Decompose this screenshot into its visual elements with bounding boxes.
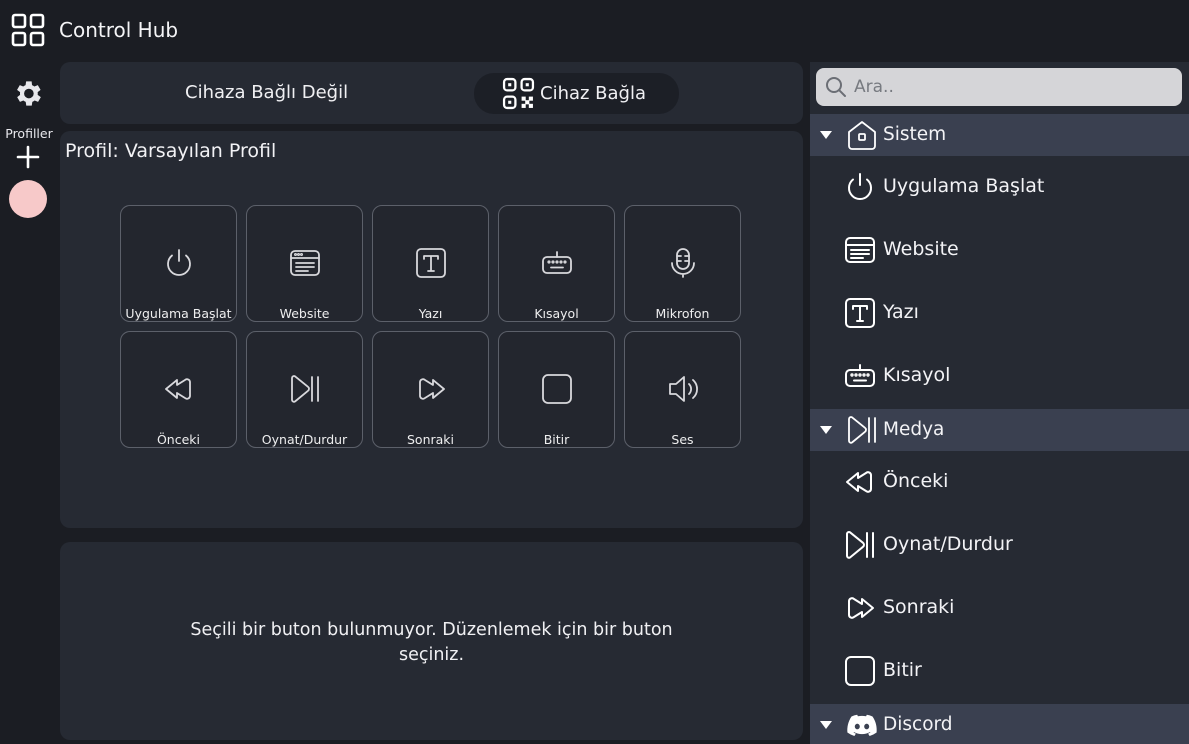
tile-oynat-durdur[interactable]: Oynat/Durdur [246, 331, 363, 448]
action-item-sonraki[interactable]: Sonraki [810, 579, 1189, 639]
button-editor-panel: Seçili bir buton bulunmuyor. Düzenlemek … [60, 542, 803, 740]
connect-device-button[interactable]: Cihaz Bağla [474, 73, 679, 114]
browser-icon [290, 250, 320, 276]
play-pause-icon [291, 375, 319, 403]
connection-bar: Cihaza Bağlı Değil Cihaz Bağla [60, 62, 803, 124]
category-medya[interactable]: Medya [810, 409, 1189, 451]
app-title: Control Hub [59, 18, 179, 42]
power-icon [848, 173, 872, 200]
action-item-label: Bitir [883, 659, 922, 681]
tile-label: Bitir [543, 432, 570, 447]
discord-icon [847, 714, 877, 736]
action-item-label: Önceki [883, 470, 949, 492]
tile-label: Website [279, 306, 330, 321]
stop-icon [845, 656, 875, 686]
button-grid-panel: Profil: Varsayılan Profil Uygulama Başla… [60, 131, 803, 528]
tile-label: Uygulama Başlat [125, 306, 232, 321]
action-item-label: Oynat/Durdur [883, 533, 1013, 555]
profile-title: Profil: Varsayılan Profil [65, 140, 277, 162]
connection-status: Cihaza Bağlı Değil [185, 82, 349, 103]
caret-down-icon [820, 721, 832, 729]
empty-selection-message: Seçili bir buton bulunmuyor. Düzenlemek … [190, 620, 673, 665]
action-item-bitir[interactable]: Bitir [810, 642, 1189, 702]
play-pause-icon [846, 531, 874, 559]
tile-onceki[interactable]: Önceki [120, 331, 237, 448]
qr-code-icon [502, 77, 535, 110]
tile-bitir[interactable]: Bitir [498, 331, 615, 448]
action-library-sidebar: Sistem Uygulama Başlat Website Yazı Kısa… [810, 62, 1189, 744]
add-profile-plus-icon[interactable] [15, 144, 41, 170]
category-sistem[interactable]: Sistem [810, 114, 1189, 156]
caret-down-icon [820, 426, 832, 434]
text-icon [845, 298, 875, 328]
browser-icon [845, 237, 875, 263]
category-label: Sistem [883, 124, 947, 145]
action-item-yazi[interactable]: Yazı [810, 284, 1189, 344]
settings-gear-icon[interactable] [11, 77, 44, 110]
tile-label: Kısayol [534, 306, 579, 321]
category-label: Medya [883, 419, 945, 440]
profile-avatar[interactable] [9, 180, 47, 218]
action-item-label: Sonraki [883, 596, 955, 618]
caret-down-icon [820, 131, 832, 139]
tile-label: Oynat/Durdur [261, 432, 348, 447]
search-icon [826, 77, 846, 97]
top-bar: Control Hub [0, 0, 1189, 60]
action-item-label: Yazı [883, 301, 919, 323]
tile-ses[interactable]: Ses [624, 331, 741, 448]
tile-label: Mikrofon [655, 306, 710, 321]
power-icon [167, 249, 191, 276]
category-label: Discord [883, 714, 953, 735]
category-discord[interactable]: Discord [810, 704, 1189, 744]
next-icon [848, 597, 874, 619]
action-item-kisayol[interactable]: Kısayol [810, 347, 1189, 407]
tile-sonraki[interactable]: Sonraki [372, 331, 489, 448]
stop-icon [542, 374, 572, 404]
profiles-label: Profiller [5, 126, 53, 141]
previous-icon [846, 471, 872, 493]
tile-uygulama-baslat[interactable]: Uygulama Başlat [120, 205, 237, 322]
microphone-icon [671, 248, 695, 278]
volume-icon [669, 376, 698, 402]
search-input[interactable] [854, 77, 1154, 97]
tile-mikrofon[interactable]: Mikrofon [624, 205, 741, 322]
action-item-label: Uygulama Başlat [883, 175, 1045, 197]
previous-icon [165, 378, 191, 400]
tile-label: Önceki [156, 432, 201, 447]
connect-device-label: Cihaz Bağla [540, 83, 647, 104]
action-item-website[interactable]: Website [810, 221, 1189, 281]
action-item-label: Kısayol [883, 364, 951, 386]
action-item-uygulama-baslat[interactable]: Uygulama Başlat [810, 158, 1189, 218]
tile-kisayol[interactable]: Kısayol [498, 205, 615, 322]
action-item-oynat-durdur[interactable]: Oynat/Durdur [810, 516, 1189, 576]
next-icon [419, 378, 445, 400]
tile-label: Ses [671, 432, 694, 447]
action-item-onceki[interactable]: Önceki [810, 453, 1189, 513]
tile-website[interactable]: Website [246, 205, 363, 322]
grid-logo-icon [11, 13, 45, 47]
keyboard-icon [542, 251, 572, 274]
action-item-label: Website [883, 238, 959, 260]
tile-label: Yazı [418, 306, 443, 321]
home-icon [848, 121, 876, 150]
play-pause-icon [848, 416, 876, 444]
tile-label: Sonraki [406, 432, 454, 447]
search-box[interactable] [816, 68, 1182, 106]
keyboard-icon [845, 364, 875, 387]
tile-yazi[interactable]: Yazı [372, 205, 489, 322]
text-icon [416, 248, 446, 278]
